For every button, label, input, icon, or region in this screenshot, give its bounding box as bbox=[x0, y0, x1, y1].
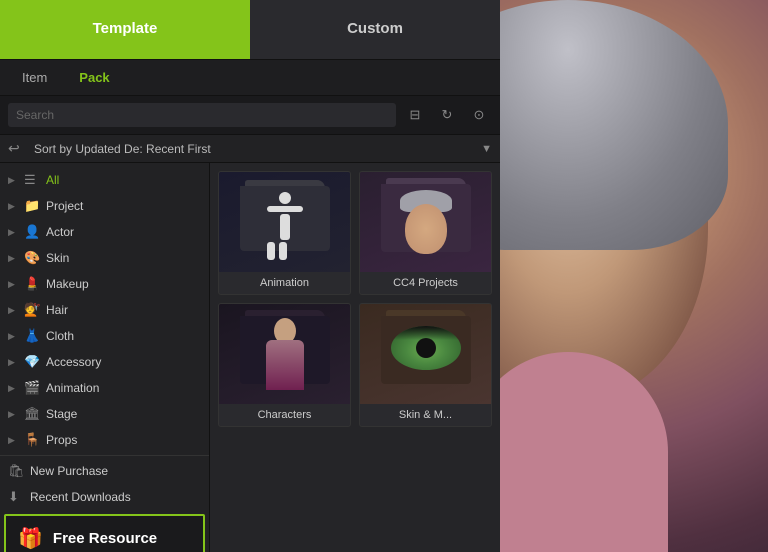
tab-custom[interactable]: Custom bbox=[250, 0, 500, 59]
grid-item-characters[interactable]: Characters bbox=[218, 303, 351, 427]
tree-item-makeup[interactable]: ▶ 💄 Makeup bbox=[0, 271, 209, 297]
tree-item-actor[interactable]: ▶ 👤 Actor bbox=[0, 219, 209, 245]
search-bar: ⊟ ↻ ⊙ bbox=[0, 96, 500, 135]
tab-template[interactable]: Template bbox=[0, 0, 250, 59]
thumb-cc4 bbox=[360, 172, 491, 272]
free-resource-label: Free Resource bbox=[53, 530, 157, 547]
tree-item-animation[interactable]: ▶ 🎬 Animation bbox=[0, 375, 209, 401]
tree-item-stage[interactable]: ▶ 🏛 Stage bbox=[0, 401, 209, 427]
sort-arrow-icon[interactable]: ▼ bbox=[481, 143, 492, 155]
tree-item-skin[interactable]: ▶ 🎨 Skin bbox=[0, 245, 209, 271]
sub-tab-pack[interactable]: Pack bbox=[65, 66, 123, 89]
tree-item-recent-downloads[interactable]: ⬇ Recent Downloads bbox=[0, 484, 209, 510]
tree-item-accessory[interactable]: ▶ 💎 Accessory bbox=[0, 349, 209, 375]
gift-icon: 🎁 bbox=[18, 526, 43, 551]
back-button[interactable]: ↩ bbox=[8, 140, 28, 157]
filter-icon[interactable]: ⊟ bbox=[402, 102, 428, 128]
tree-item-new-purchase[interactable]: 🛍 New Purchase bbox=[0, 458, 209, 484]
tree-item-props[interactable]: ▶ 🪑 Props bbox=[0, 427, 209, 453]
grid-item-animation[interactable]: Animation bbox=[218, 171, 351, 295]
tree-arrow-all: ▶ bbox=[8, 175, 18, 186]
free-resource-item[interactable]: 🎁 Free Resource bbox=[4, 514, 205, 552]
tree-item-project[interactable]: ▶ 📁 Project bbox=[0, 193, 209, 219]
sort-bar: ↩ Sort by Updated De: Recent First ▼ bbox=[0, 135, 500, 163]
sort-label: Sort by Updated De: Recent First bbox=[34, 142, 475, 156]
grid-item-skin[interactable]: Skin & M... bbox=[359, 303, 492, 427]
refresh-icon[interactable]: ↻ bbox=[434, 102, 460, 128]
grid-label-characters: Characters bbox=[253, 404, 317, 426]
sub-tabs-row: Item Pack bbox=[0, 60, 500, 96]
search-input[interactable] bbox=[8, 103, 396, 127]
grid-label-skin: Skin & M... bbox=[394, 404, 457, 426]
thumb-characters bbox=[219, 304, 350, 404]
tree-label-all: All bbox=[46, 173, 201, 187]
tree-item-cloth[interactable]: ▶ 👗 Cloth bbox=[0, 323, 209, 349]
all-icon: ☰ bbox=[24, 172, 40, 188]
sidebar-tree: ▶ ☰ All ▶ 📁 Project ▶ 👤 Actor ▶ 🎨 Skin bbox=[0, 163, 210, 552]
divider-1 bbox=[0, 455, 209, 456]
main-content: ▶ ☰ All ▶ 📁 Project ▶ 👤 Actor ▶ 🎨 Skin bbox=[0, 163, 500, 552]
thumb-animation bbox=[219, 172, 350, 272]
content-grid: Animation bbox=[210, 163, 500, 552]
grid-label-animation: Animation bbox=[255, 272, 314, 294]
tabs-row: Template Custom bbox=[0, 0, 500, 60]
tree-item-all[interactable]: ▶ ☰ All bbox=[0, 167, 209, 193]
tree-item-hair[interactable]: ▶ 💇 Hair bbox=[0, 297, 209, 323]
main-panel: Template Custom Item Pack ⊟ ↻ ⊙ ↩ Sort b… bbox=[0, 0, 500, 552]
grid-label-cc4: CC4 Projects bbox=[388, 272, 463, 294]
grid-item-cc4[interactable]: CC4 Projects bbox=[359, 171, 492, 295]
thumb-skin bbox=[360, 304, 491, 404]
sub-tab-item[interactable]: Item bbox=[8, 66, 61, 89]
expand-icon[interactable]: ⊙ bbox=[466, 102, 492, 128]
